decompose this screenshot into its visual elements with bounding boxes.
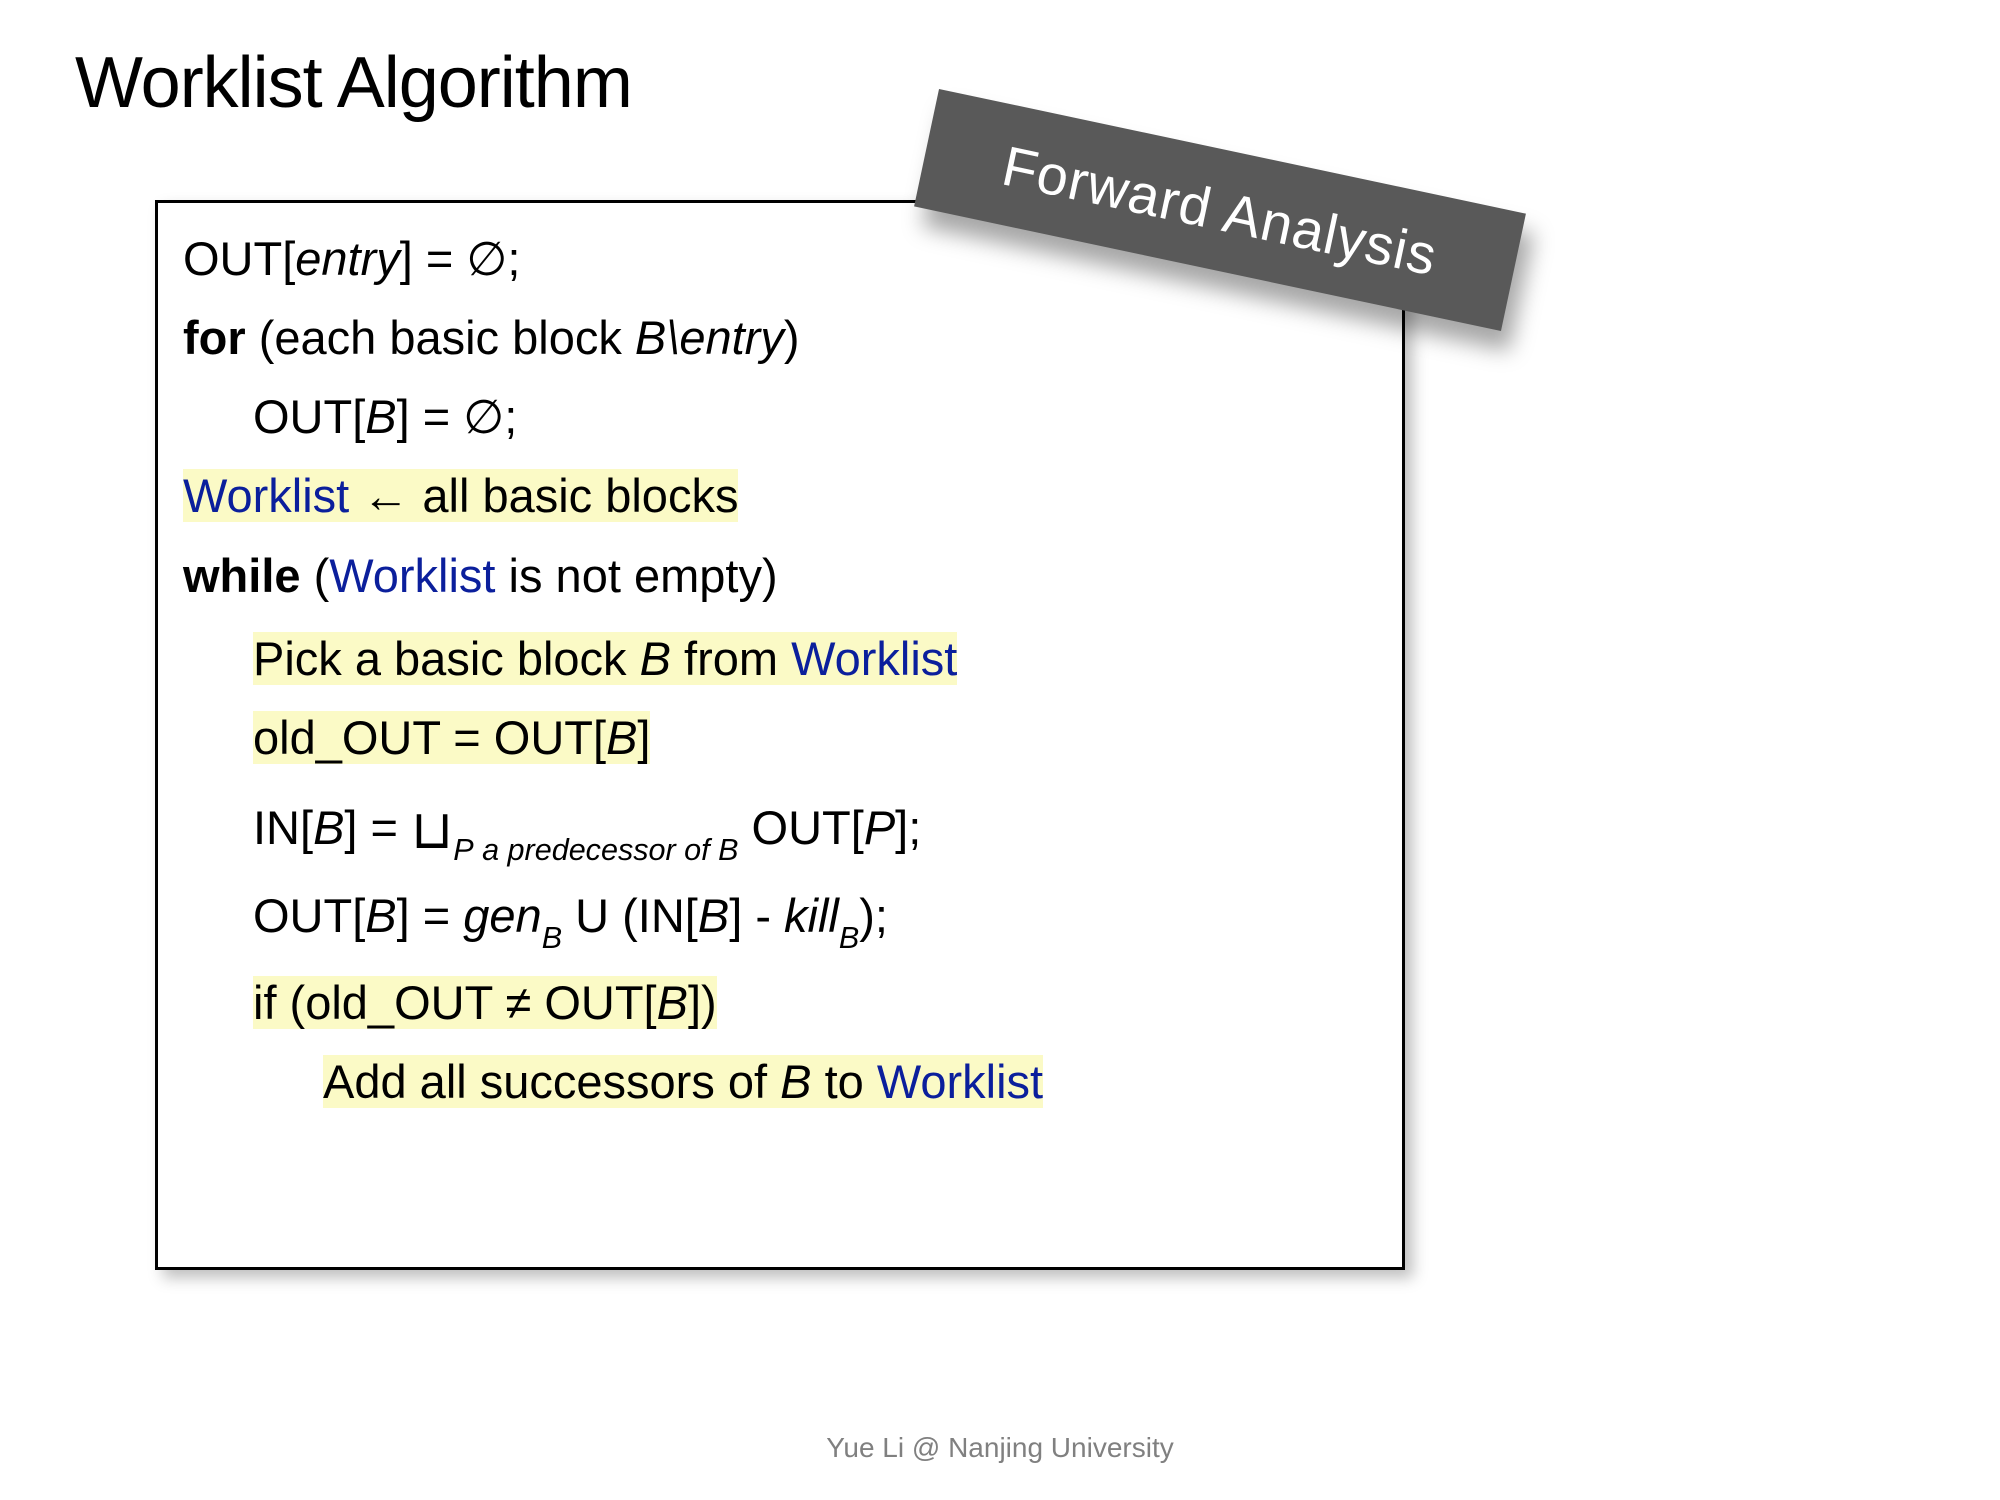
keyword-while: while (183, 549, 301, 602)
text-in: IN[ (253, 801, 313, 854)
var-B: B (606, 711, 637, 764)
text-eq: ] = ∅; (400, 232, 521, 285)
text-pick: Pick a basic block (253, 632, 640, 685)
page-title: Worklist Algorithm (75, 42, 632, 124)
sub-P: P (453, 833, 473, 867)
algo-line-3: OUT[B] = ∅; (183, 383, 1377, 451)
sub-B: B (839, 921, 859, 955)
text-old: old_OUT = OUT[ (253, 711, 606, 764)
text-out: OUT[ (253, 889, 365, 942)
var-B: B (365, 390, 396, 443)
var-kill: kill (784, 889, 839, 942)
text-arrow: ← all basic blocks (349, 469, 738, 522)
text-eq: ] = (397, 889, 464, 942)
join-icon: ⊔ (411, 800, 453, 860)
text-eq: ] = (344, 801, 411, 854)
text-out: OUT[ (253, 390, 365, 443)
text-eq: ] = ∅; (397, 390, 518, 443)
text-to: to (812, 1055, 877, 1108)
text-slash: \ (666, 311, 679, 364)
algo-line-2: for (each basic block B\entry) (183, 304, 1377, 372)
algo-line-6: Pick a basic block B from Worklist (183, 625, 1377, 693)
var-B: B (657, 976, 688, 1029)
text-minus: ] - (729, 889, 784, 942)
text-from: from (671, 632, 791, 685)
algo-line-5: while (Worklist is not empty) (183, 542, 1377, 610)
text-rest: is not empty) (496, 549, 778, 602)
text-close: ]; (895, 801, 921, 854)
var-B: B (635, 311, 666, 364)
slide-footer: Yue Li @ Nanjing University (0, 1432, 2000, 1464)
var-gen: gen (463, 889, 541, 942)
text-entry: entry (295, 232, 400, 285)
keyword-for: for (183, 311, 246, 364)
algo-line-10: if (old_OUT ≠ OUT[B]) (183, 969, 1377, 1037)
algo-line-8: IN[B] = ⊔P a predecessor of B OUT[P]; (183, 787, 1377, 867)
text-close: ]) (688, 976, 717, 1029)
worklist-var: Worklist (183, 469, 349, 522)
var-P: P (864, 801, 895, 854)
text-out: OUT[ (738, 801, 863, 854)
text-close: ); (859, 889, 888, 942)
text-close: ] (637, 711, 650, 764)
algo-line-4: Worklist ← all basic blocks (183, 462, 1377, 530)
var-B: B (640, 632, 671, 685)
text-union: U (IN[ (562, 889, 698, 942)
text-out: OUT[ (183, 232, 295, 285)
text-close: ) (784, 311, 800, 364)
worklist-var: Worklist (791, 632, 957, 685)
algo-line-11: Add all successors of B to Worklist (183, 1048, 1377, 1116)
text-add: Add all successors of (323, 1055, 780, 1108)
algorithm-box: OUT[entry] = ∅; for (each basic block B\… (155, 200, 1405, 1270)
var-entry: entry (679, 311, 784, 364)
algo-line-9: OUT[B] = genB U (IN[B] - killB); (183, 882, 1377, 955)
var-B: B (780, 1055, 811, 1108)
worklist-var: Worklist (877, 1055, 1043, 1108)
sub-B: B (542, 921, 562, 955)
worklist-var: Worklist (329, 549, 495, 602)
text-paren: ( (301, 549, 330, 602)
text-if: if (old_OUT ≠ OUT[ (253, 976, 657, 1029)
var-B: B (313, 801, 344, 854)
algo-line-7: old_OUT = OUT[B] (183, 704, 1377, 772)
var-B: B (698, 889, 729, 942)
var-B: B (365, 889, 396, 942)
text-paren: (each basic block (246, 311, 635, 364)
sub-txt: a predecessor of B (474, 833, 739, 867)
